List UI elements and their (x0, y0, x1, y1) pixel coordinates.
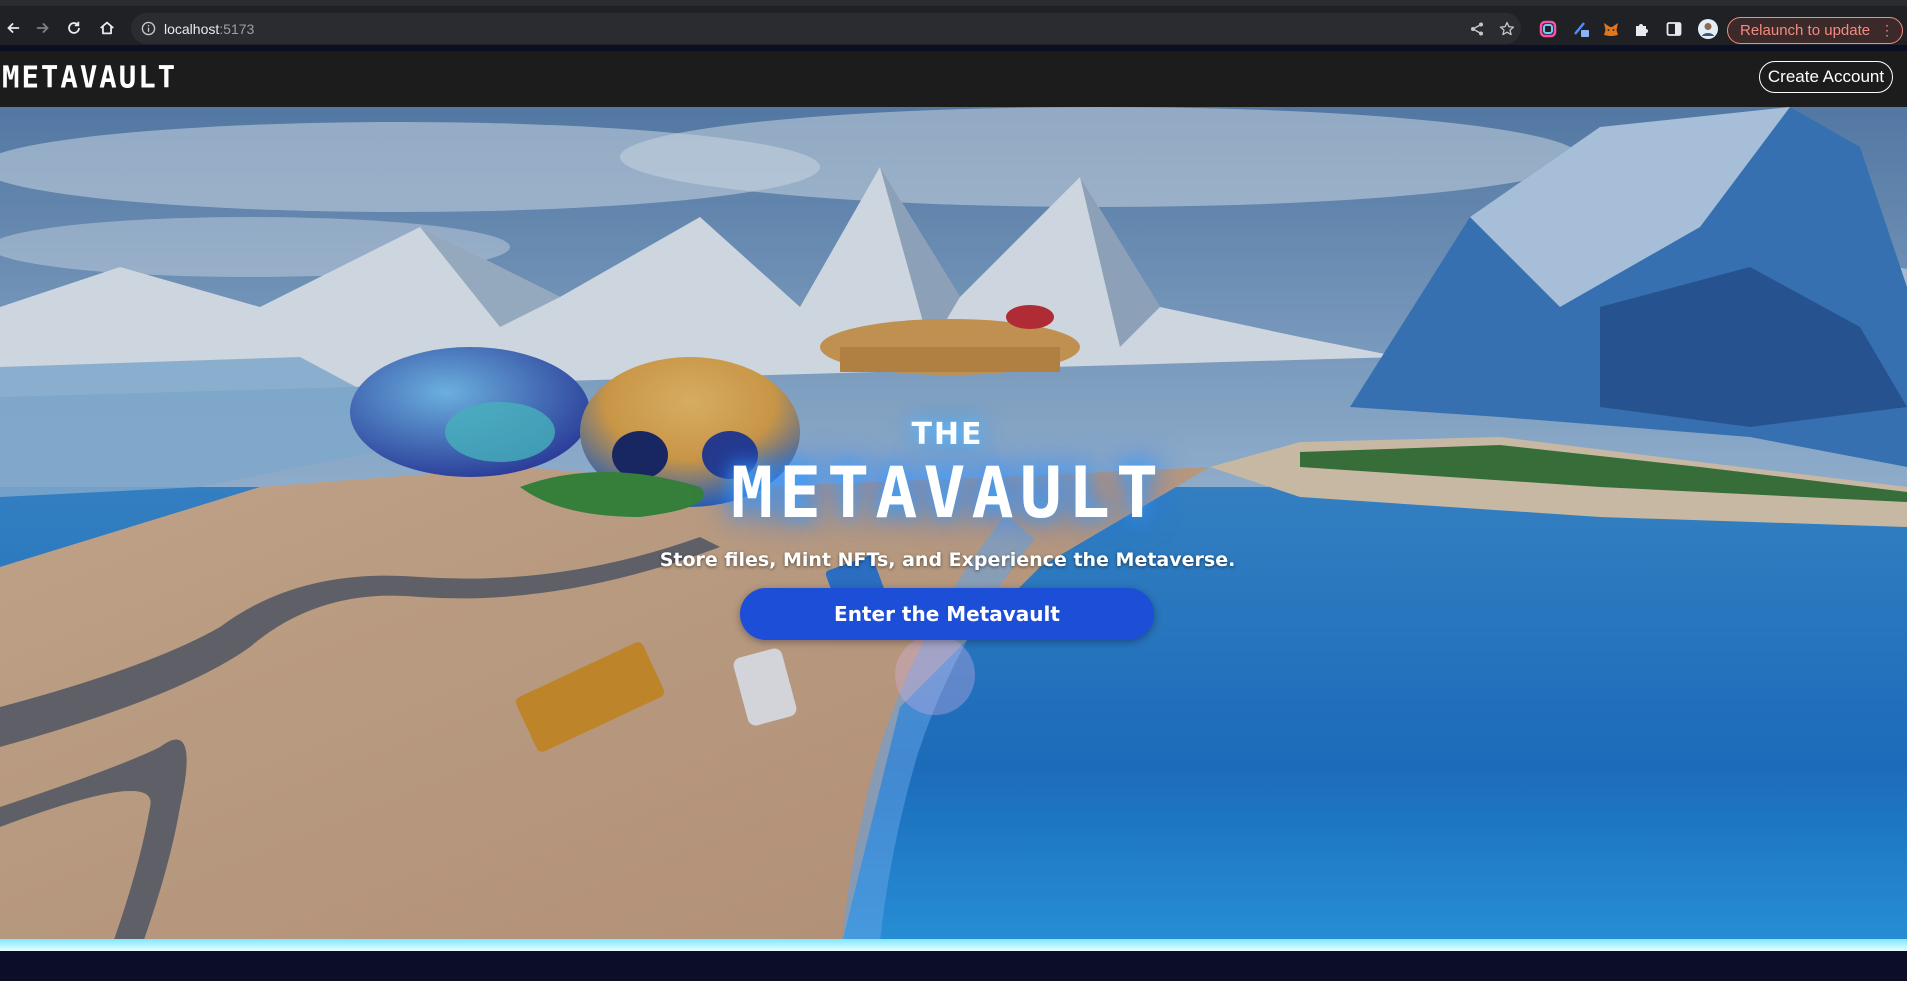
hero-section: THE METAVAULT Store files, Mint NFTs, an… (0, 107, 1907, 951)
extension-translate-icon[interactable] (1572, 20, 1590, 38)
hero-title: METAVAULT (730, 452, 1165, 534)
bookmark-star-icon[interactable] (1499, 21, 1515, 37)
extensions-puzzle-icon[interactable] (1633, 20, 1651, 38)
hero-pre-title: THE (911, 417, 984, 452)
relaunch-to-update-button[interactable]: Relaunch to update ⋮ (1727, 17, 1903, 44)
reload-icon[interactable] (63, 17, 85, 39)
extension-color-ring-icon[interactable] (1539, 20, 1557, 38)
hero-subtitle: Store files, Mint NFTs, and Experience t… (659, 549, 1236, 571)
url-host: localhost (164, 21, 220, 37)
browser-menu-icon[interactable]: ⋮ (1880, 21, 1894, 39)
profile-avatar[interactable] (1697, 18, 1719, 40)
next-section-band (0, 951, 1907, 981)
browser-toolbar: localhost:5173 Relaunch to update ⋮ (0, 0, 1907, 45)
forward-icon[interactable] (32, 17, 54, 39)
site-header: METAVAULT Create Account (0, 51, 1907, 107)
back-icon[interactable] (2, 17, 24, 39)
url-port: :5173 (219, 21, 255, 37)
site-info-icon[interactable] (141, 21, 156, 36)
share-icon[interactable] (1469, 21, 1485, 37)
relaunch-label: Relaunch to update (1740, 22, 1871, 39)
side-panel-icon[interactable] (1665, 20, 1683, 38)
home-icon[interactable] (96, 17, 118, 39)
url-text[interactable]: localhost:5173 (164, 21, 254, 37)
metamask-fox-icon[interactable] (1602, 20, 1620, 38)
address-bar[interactable]: localhost:5173 (131, 13, 1521, 44)
enter-metavault-button[interactable]: Enter the Metavault (740, 588, 1154, 640)
hero-bottom-glow (0, 939, 1907, 951)
site-logo[interactable]: METAVAULT (2, 59, 177, 95)
create-account-button[interactable]: Create Account (1759, 61, 1893, 93)
